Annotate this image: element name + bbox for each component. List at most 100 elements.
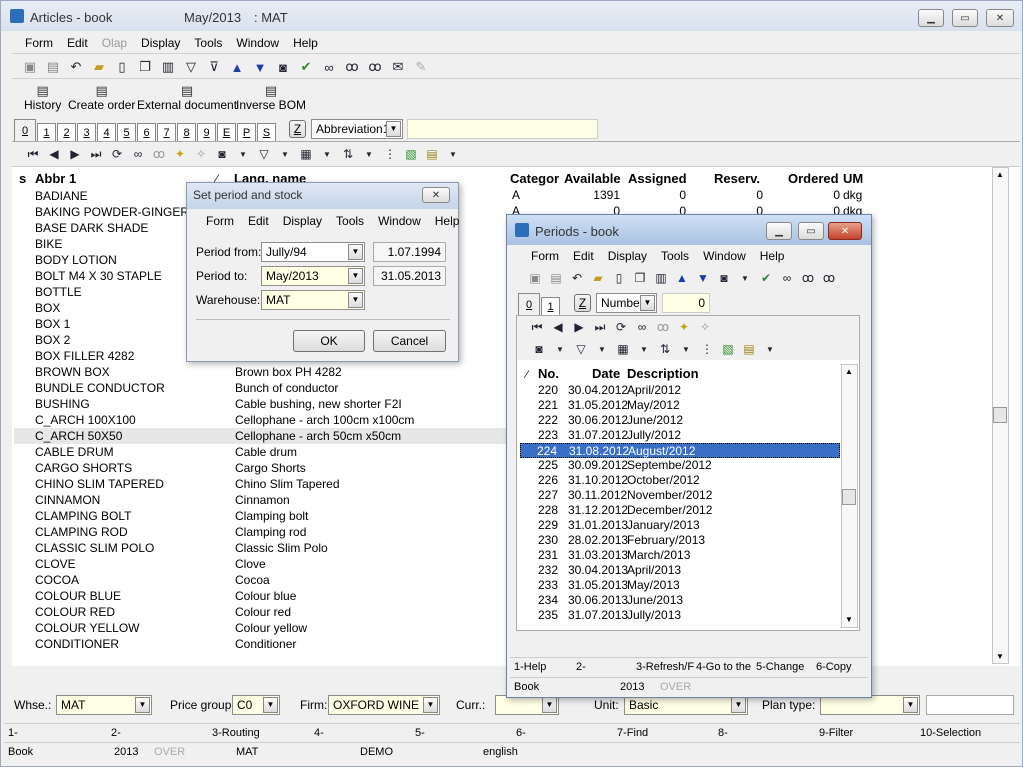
fkey-2[interactable]: 2- — [576, 658, 586, 676]
external-document-button[interactable]: ▤ External document — [137, 84, 237, 113]
table-row[interactable]: CINNAMON Cinnamon — [35, 492, 505, 508]
menu-help[interactable]: Help — [753, 247, 792, 265]
chevron-down-icon[interactable]: ▼ — [635, 340, 653, 358]
menu-edit[interactable]: Edit — [60, 34, 95, 52]
table-row[interactable]: CONDITIONER Conditioner — [35, 636, 505, 652]
periods-close-button[interactable]: ✕ — [828, 222, 862, 240]
filter-icon[interactable]: ▽ — [181, 57, 201, 77]
menu-edit[interactable]: Edit — [241, 212, 276, 230]
maximize-button[interactable]: ▭ — [952, 9, 978, 27]
fkey-5[interactable]: 5- — [415, 724, 425, 742]
col-description[interactable]: Description — [627, 366, 699, 381]
list-item[interactable]: 235 31.07.2013 Jully/2013 — [520, 608, 840, 623]
quick-search-input[interactable] — [407, 119, 598, 139]
unit-select[interactable]: Basic ▼ — [624, 695, 748, 715]
chevron-down-icon[interactable]: ▼ — [360, 145, 378, 163]
fkey-1[interactable]: 1- — [8, 724, 18, 742]
chevron-down-icon[interactable]: ▼ — [318, 145, 336, 163]
fkey-6[interactable]: 6-Copy — [816, 658, 851, 676]
tab-6[interactable]: 6 — [137, 123, 156, 141]
extra-field[interactable] — [926, 695, 1014, 715]
table-row[interactable]: CLASSIC SLIM POLO Classic Slim Polo — [35, 540, 505, 556]
camera-icon[interactable]: ◙ — [715, 269, 733, 287]
period-from-select[interactable]: Jully/94 ▼ — [261, 242, 365, 262]
open-folder-icon[interactable]: ▰ — [589, 269, 607, 287]
chevron-down-icon[interactable]: ▼ — [551, 340, 569, 358]
book-icon[interactable]: ▥ — [652, 269, 670, 287]
tab-p[interactable]: P — [237, 123, 256, 141]
list-item[interactable]: 232 30.04.2013 April/2013 — [520, 563, 840, 578]
scroll-up-icon[interactable]: ▲ — [845, 367, 853, 376]
z-button[interactable]: Z — [574, 294, 591, 312]
menu-window[interactable]: Window — [696, 247, 753, 265]
filter-edit-icon[interactable]: ⊽ — [204, 57, 224, 77]
inverse-bom-button[interactable]: ▤ Inverse BOM — [236, 84, 306, 113]
menu-tools[interactable]: Tools — [187, 34, 229, 52]
fkey-8[interactable]: 8- — [718, 724, 728, 742]
add-record-icon[interactable]: ✦ — [675, 318, 693, 336]
copy-icon[interactable]: ❐ — [631, 269, 649, 287]
minimize-button[interactable]: ▁ — [918, 9, 944, 27]
ok-button[interactable]: OK — [293, 330, 365, 352]
menu-tools[interactable]: Tools — [329, 212, 371, 230]
tab-2[interactable]: 2 — [57, 123, 76, 141]
scroll-thumb[interactable] — [993, 407, 1007, 423]
col-no[interactable]: No. — [538, 366, 559, 381]
table-row[interactable]: BUNDLE CONDUCTOR Bunch of conductor — [35, 380, 505, 396]
sort-select[interactable]: Abbreviation1 ▼ — [311, 119, 403, 139]
menu-window[interactable]: Window — [229, 34, 286, 52]
menu-form[interactable]: Form — [524, 247, 566, 265]
list-item[interactable]: 220 30.04.2012 April/2012 — [520, 383, 840, 398]
price-group-select[interactable]: C0 ▼ — [232, 695, 280, 715]
col-um[interactable]: UM — [843, 171, 863, 186]
save-all-icon[interactable]: ▤ — [547, 269, 565, 287]
chevron-down-icon[interactable]: ▼ — [736, 269, 754, 287]
excel-icon[interactable]: ▧ — [719, 340, 737, 358]
table-row[interactable]: COCOA Cocoa — [35, 572, 505, 588]
last-record-icon[interactable]: ⏭ — [87, 145, 105, 163]
find-prev-icon[interactable]: ꝏ — [820, 269, 838, 287]
table-row[interactable]: CARGO SHORTS Cargo Shorts — [35, 460, 505, 476]
find-next-icon[interactable]: ꝏ — [342, 57, 362, 77]
menu-form[interactable]: Form — [199, 212, 241, 230]
refresh-icon[interactable]: ⟳ — [108, 145, 126, 163]
list-item[interactable]: 230 28.02.2013 February/2013 — [520, 533, 840, 548]
table-row[interactable]: C_ARCH 50X50 Cellophane - arch 50cm x50cm — [14, 428, 506, 444]
fkey-1[interactable]: 1-Help — [514, 658, 546, 676]
find-icon[interactable]: ꝏ — [150, 145, 168, 163]
refresh-icon[interactable]: ⟳ — [612, 318, 630, 336]
report-icon[interactable]: ▤ — [423, 145, 441, 163]
scroll-up-icon[interactable]: ▲ — [996, 170, 1004, 179]
list-item[interactable]: 228 31.12.2012 December/2012 — [520, 503, 840, 518]
chevron-down-icon[interactable]: ▼ — [677, 340, 695, 358]
save-icon[interactable]: ▣ — [20, 57, 40, 77]
sort-az-icon[interactable]: ⇅ — [656, 340, 674, 358]
find-prev-icon[interactable]: ꝏ — [365, 57, 385, 77]
undo-icon[interactable]: ↶ — [568, 269, 586, 287]
chevron-down-icon[interactable]: ▼ — [593, 340, 611, 358]
list-item[interactable]: 229 31.01.2013 January/2013 — [520, 518, 840, 533]
binoculars-icon[interactable]: ∞ — [778, 269, 796, 287]
first-record-icon[interactable]: ⏮ — [24, 145, 42, 163]
camera-icon[interactable]: ◙ — [530, 340, 548, 358]
tab-7[interactable]: 7 — [157, 123, 176, 141]
find-next-icon[interactable]: ꝏ — [799, 269, 817, 287]
tab-5[interactable]: 5 — [117, 123, 136, 141]
table-row[interactable]: COLOUR YELLOW Colour yellow — [35, 620, 505, 636]
last-record-icon[interactable]: ⏭ — [591, 318, 609, 336]
list-item[interactable]: 225 30.09.2012 Septembe/2012 — [520, 458, 840, 473]
plan-type-select[interactable]: ▼ — [820, 695, 920, 715]
menu-display[interactable]: Display — [276, 212, 329, 230]
tab-4[interactable]: 4 — [97, 123, 116, 141]
tab-1[interactable]: 1 — [37, 123, 56, 141]
binoculars-icon[interactable]: ∞ — [633, 318, 651, 336]
arrow-up-icon[interactable]: ▲ — [227, 57, 247, 77]
list-item[interactable]: 231 31.03.2013 March/2013 — [520, 548, 840, 563]
fkey-7[interactable]: 7-Find — [617, 724, 648, 742]
first-record-icon[interactable]: ⏮ — [528, 318, 546, 336]
list-item[interactable]: 222 30.06.2012 June/2012 — [520, 413, 840, 428]
warehouse-select[interactable]: MAT ▼ — [261, 290, 365, 310]
camera-icon[interactable]: ◙ — [273, 57, 293, 77]
history-button[interactable]: ▤ History — [24, 84, 61, 113]
camera-icon[interactable]: ◙ — [213, 145, 231, 163]
